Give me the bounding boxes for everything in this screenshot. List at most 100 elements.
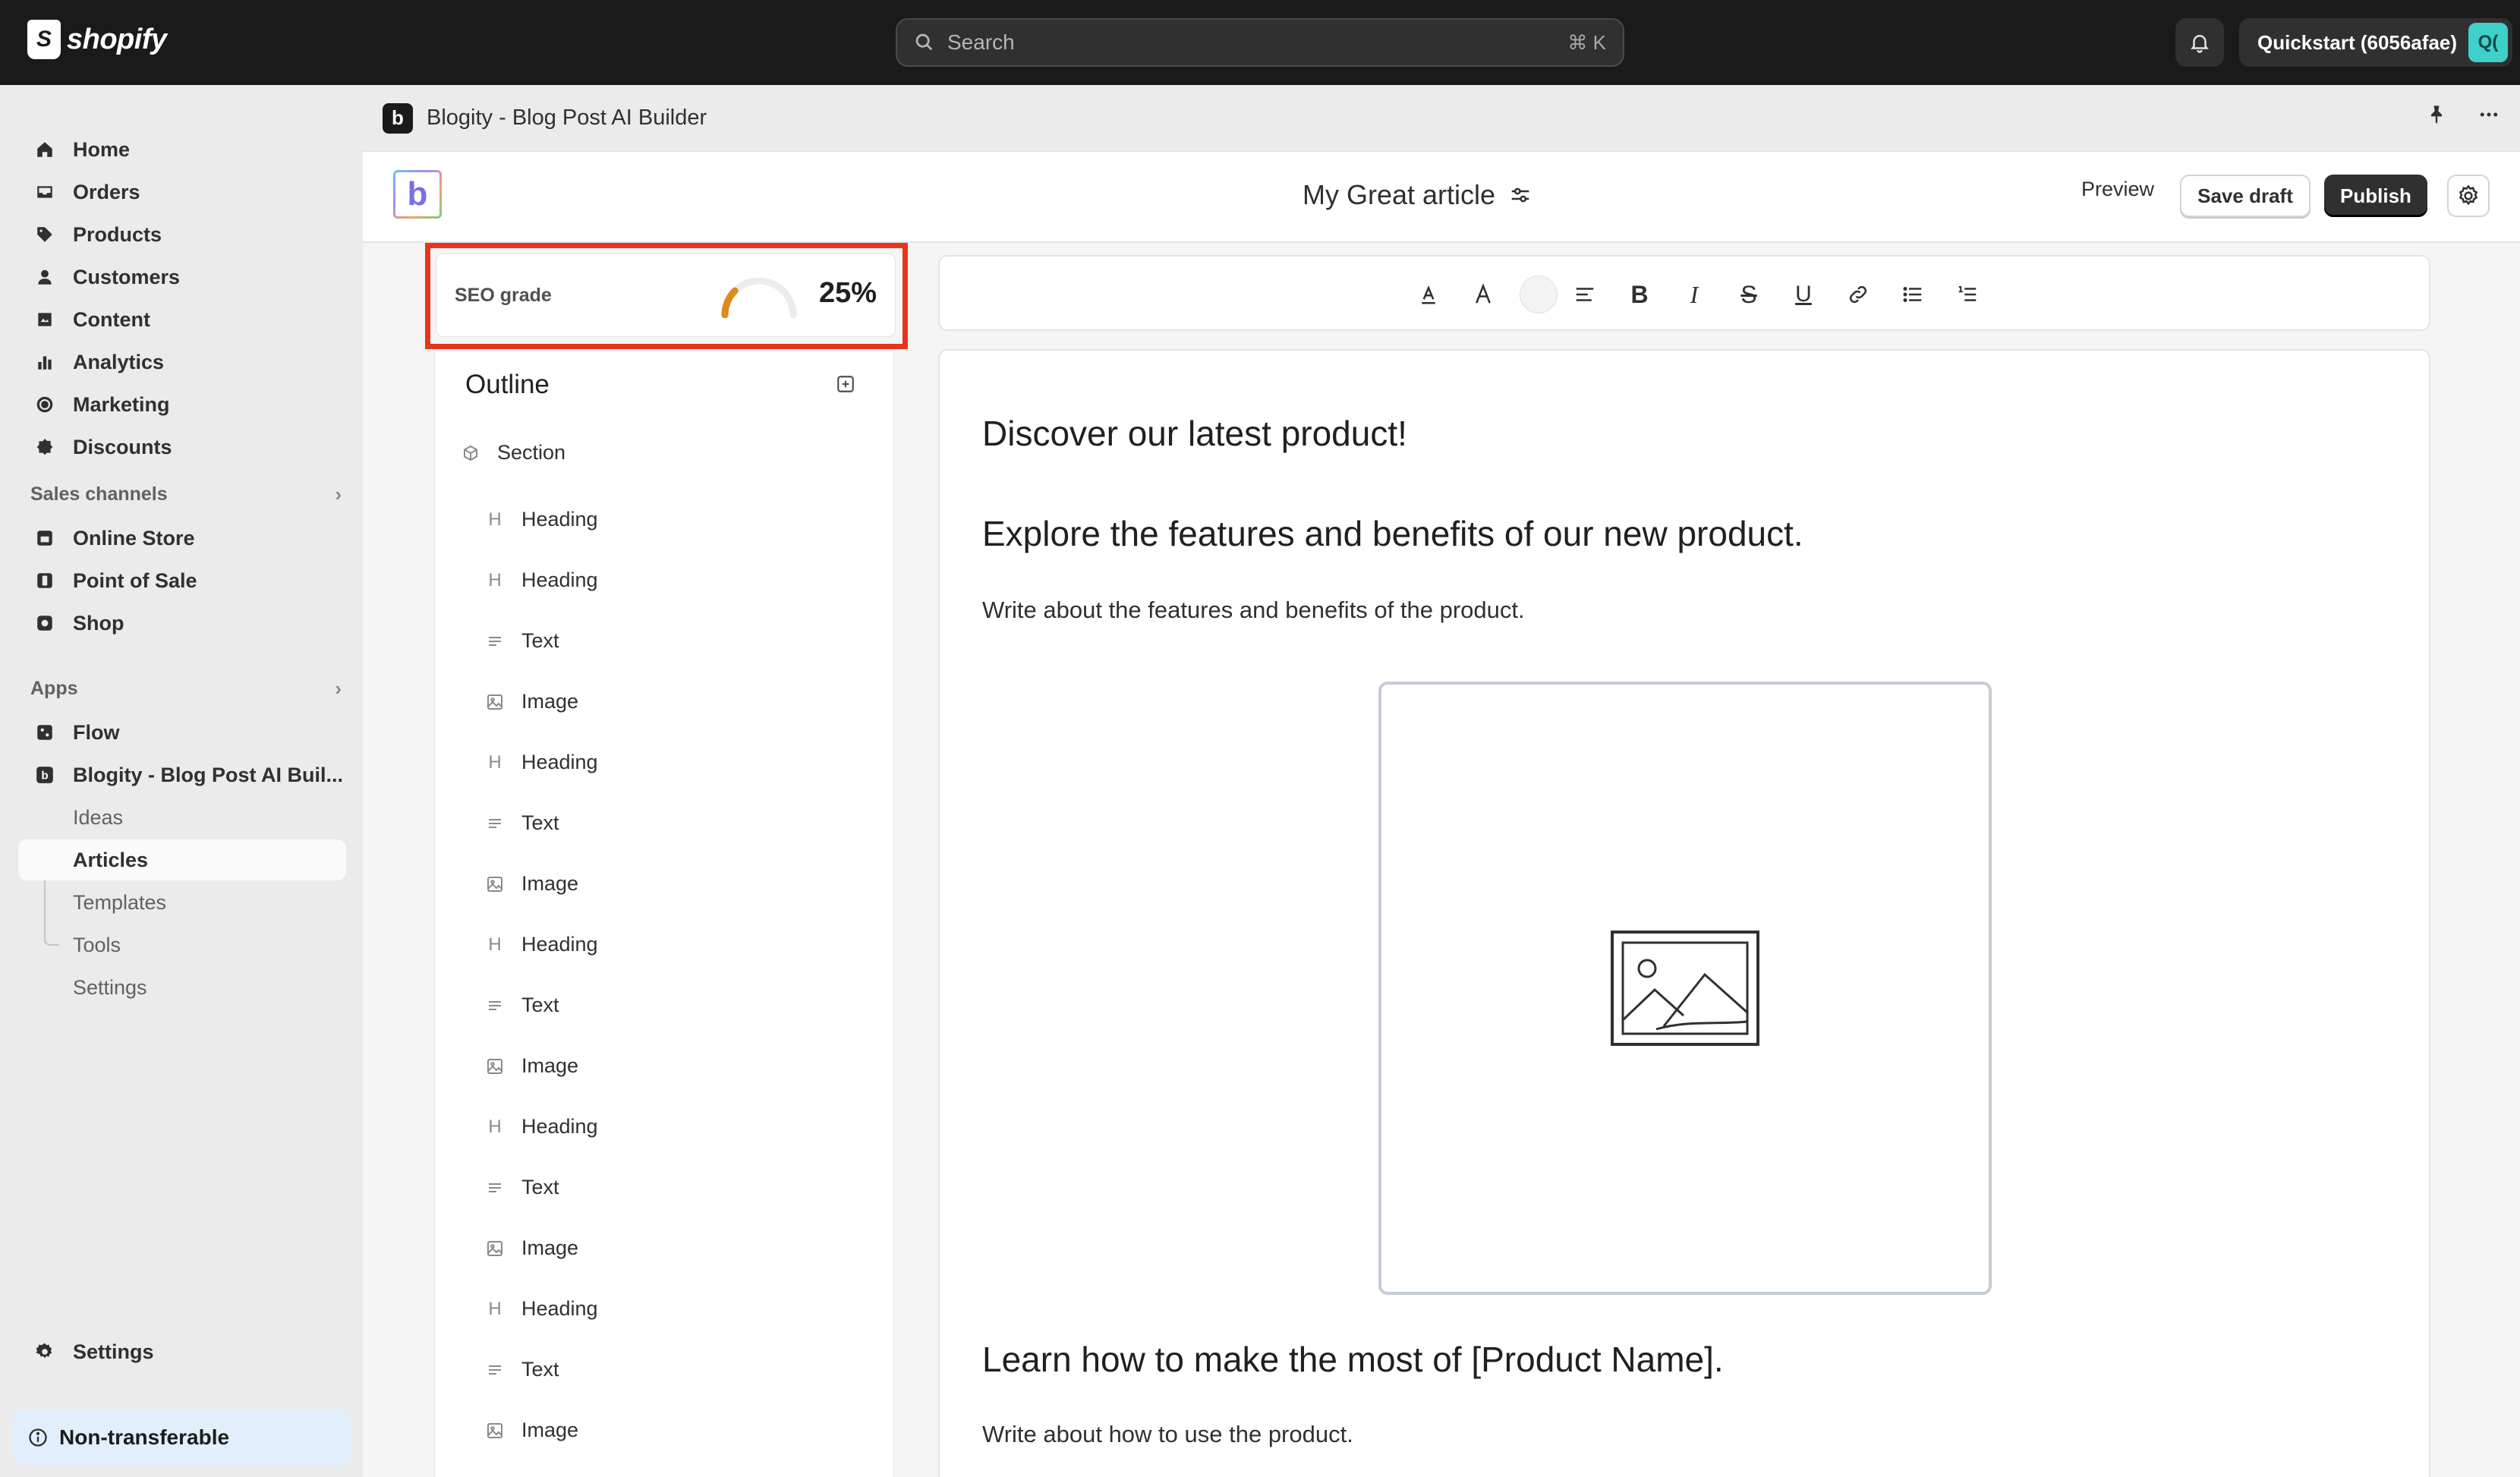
- search-input[interactable]: Search ⌘ K: [896, 18, 1624, 67]
- outline-item-heading[interactable]: H Heading: [484, 751, 597, 774]
- preview-button[interactable]: Preview: [2081, 178, 2154, 201]
- sidebar-item-analytics[interactable]: Analytics: [18, 342, 346, 383]
- italic-icon[interactable]: I: [1679, 279, 1709, 310]
- publish-button[interactable]: Publish: [2324, 175, 2427, 217]
- outline-item-heading[interactable]: H Heading: [484, 1115, 597, 1138]
- non-transferable-banner[interactable]: Non-transferable: [12, 1410, 351, 1465]
- shop-icon: [33, 612, 56, 635]
- sidebar-item-label: Point of Sale: [73, 568, 197, 592]
- sidebar-item-content[interactable]: Content: [18, 299, 346, 340]
- strikethrough-icon[interactable]: S: [1734, 279, 1764, 310]
- sidebar-item-label: Shop: [73, 611, 124, 635]
- text-block-icon: [484, 997, 506, 1015]
- align-icon[interactable]: [1570, 279, 1600, 310]
- outline-item-heading[interactable]: H Heading: [484, 568, 597, 592]
- outline-item-label: Text: [521, 994, 559, 1016]
- sidebar-item-label: Orders: [73, 180, 140, 203]
- shopify-wordmark: shopify: [67, 23, 167, 55]
- app-header: b Blogity - Blog Post AI Builder: [363, 85, 2520, 152]
- article-heading-1[interactable]: Discover our latest product!: [982, 413, 1407, 454]
- gear-icon: [2459, 184, 2478, 206]
- outline-item-heading[interactable]: H Heading: [484, 933, 598, 956]
- app-header-actions: [2426, 103, 2500, 130]
- article-canvas[interactable]: Discover our latest product! Explore the…: [938, 349, 2430, 1477]
- sidebar-item-customers[interactable]: Customers: [18, 257, 346, 298]
- image-block-icon: [484, 1239, 506, 1258]
- outline-item-label: Image: [521, 690, 579, 713]
- outline-item-image[interactable]: Image: [484, 872, 578, 896]
- outline-item-text[interactable]: Text: [484, 1176, 559, 1199]
- more-options-icon[interactable]: [2477, 103, 2500, 130]
- sidebar-item-discounts[interactable]: Discounts: [18, 427, 346, 468]
- outline-title: Outline: [465, 370, 550, 399]
- notifications-button[interactable]: [2175, 18, 2224, 67]
- sidebar-item-marketing[interactable]: Marketing: [18, 384, 346, 425]
- search-placeholder: Search: [947, 30, 1015, 54]
- sidebar-item-articles[interactable]: Articles: [18, 839, 346, 880]
- sidebar-item-label: Content: [73, 307, 150, 331]
- outline-item-image[interactable]: Image: [484, 690, 578, 713]
- color-swatch[interactable]: [1520, 276, 1558, 313]
- sidebar-item-home[interactable]: Home: [18, 129, 346, 170]
- sidebar-item-point-of-sale[interactable]: Point of Sale: [18, 560, 346, 601]
- outline-item-label: Text: [521, 1358, 559, 1381]
- outline-item-heading[interactable]: H Heading: [484, 508, 597, 531]
- sidebar-item-blogity[interactable]: b Blogity - Blog Post AI Buil...: [18, 754, 346, 795]
- bold-icon[interactable]: B: [1624, 279, 1655, 310]
- outline-item-heading[interactable]: H Heading: [484, 1297, 597, 1321]
- font-size-icon[interactable]: [1468, 279, 1498, 310]
- outline-item-image[interactable]: Image: [484, 1419, 578, 1442]
- text-block-icon: [484, 1361, 506, 1379]
- outline-item-image[interactable]: Image: [484, 1054, 578, 1078]
- outline-item-label: Text: [521, 629, 559, 652]
- link-icon[interactable]: [1843, 279, 1873, 310]
- sidebar-item-tools[interactable]: Tools: [18, 924, 346, 965]
- article-heading-3[interactable]: Learn how to make the most of [Product N…: [982, 1339, 1724, 1380]
- heading-block-icon: H: [488, 1298, 502, 1319]
- apps-header[interactable]: Apps ›: [30, 677, 342, 701]
- sidebar-item-orders[interactable]: Orders: [18, 172, 346, 213]
- chevron-right-icon: ›: [335, 483, 342, 505]
- article-paragraph-1[interactable]: Write about the features and benefits of…: [982, 597, 1525, 624]
- store-switcher[interactable]: Quickstart (6056afae) Q(: [2239, 18, 2512, 67]
- outline-item-label: Text: [521, 811, 559, 834]
- outline-item-label: Heading: [521, 933, 598, 956]
- heading-block-icon: H: [488, 509, 502, 530]
- tag-icon: [33, 223, 56, 246]
- sidebar-item-label: Settings: [73, 975, 147, 999]
- document-title[interactable]: My Great article: [1303, 179, 1532, 211]
- sidebar-item-products[interactable]: Products: [18, 214, 346, 255]
- add-section-icon[interactable]: [836, 374, 855, 398]
- sidebar-item-templates[interactable]: Templates: [18, 882, 346, 923]
- shopify-logo[interactable]: S shopify: [27, 20, 167, 59]
- sidebar-item-label: Customers: [73, 265, 181, 288]
- outline-item-text[interactable]: Text: [484, 994, 559, 1017]
- bullet-list-icon[interactable]: [1898, 279, 1928, 310]
- sales-channels-header[interactable]: Sales channels ›: [30, 483, 342, 506]
- text-color-icon[interactable]: [1413, 279, 1444, 310]
- sidebar-item-app-settings[interactable]: Settings: [18, 967, 346, 1008]
- outline-item-text[interactable]: Text: [484, 1358, 559, 1381]
- article-heading-2[interactable]: Explore the features and benefits of our…: [982, 513, 1803, 554]
- pin-icon[interactable]: [2426, 104, 2447, 129]
- sidebar-item-flow[interactable]: Flow: [18, 712, 346, 753]
- outline-item-label: Text: [521, 1176, 559, 1198]
- outline-item-section[interactable]: Section: [459, 441, 565, 465]
- target-icon: [33, 393, 56, 416]
- sidebar-item-online-store[interactable]: Online Store: [18, 518, 346, 559]
- image-placeholder[interactable]: [1378, 682, 1992, 1295]
- sidebar-item-shop[interactable]: Shop: [18, 603, 346, 644]
- heading-block-icon: H: [488, 934, 502, 955]
- save-draft-button[interactable]: Save draft: [2180, 175, 2311, 217]
- outline-item-text[interactable]: Text: [484, 811, 559, 835]
- underline-icon[interactable]: U: [1788, 279, 1819, 310]
- editor-settings-button[interactable]: [2447, 175, 2490, 217]
- article-paragraph-2[interactable]: Write about how to use the product.: [982, 1421, 1353, 1448]
- outline-item-image[interactable]: Image: [484, 1236, 578, 1260]
- title-settings-icon[interactable]: [1509, 184, 1532, 206]
- numbered-list-icon[interactable]: [1952, 279, 1983, 310]
- sidebar-item-ideas[interactable]: Ideas: [18, 797, 346, 838]
- non-transferable-label: Non-transferable: [59, 1425, 230, 1449]
- sidebar-item-settings[interactable]: Settings: [18, 1331, 346, 1372]
- outline-item-text[interactable]: Text: [484, 629, 559, 653]
